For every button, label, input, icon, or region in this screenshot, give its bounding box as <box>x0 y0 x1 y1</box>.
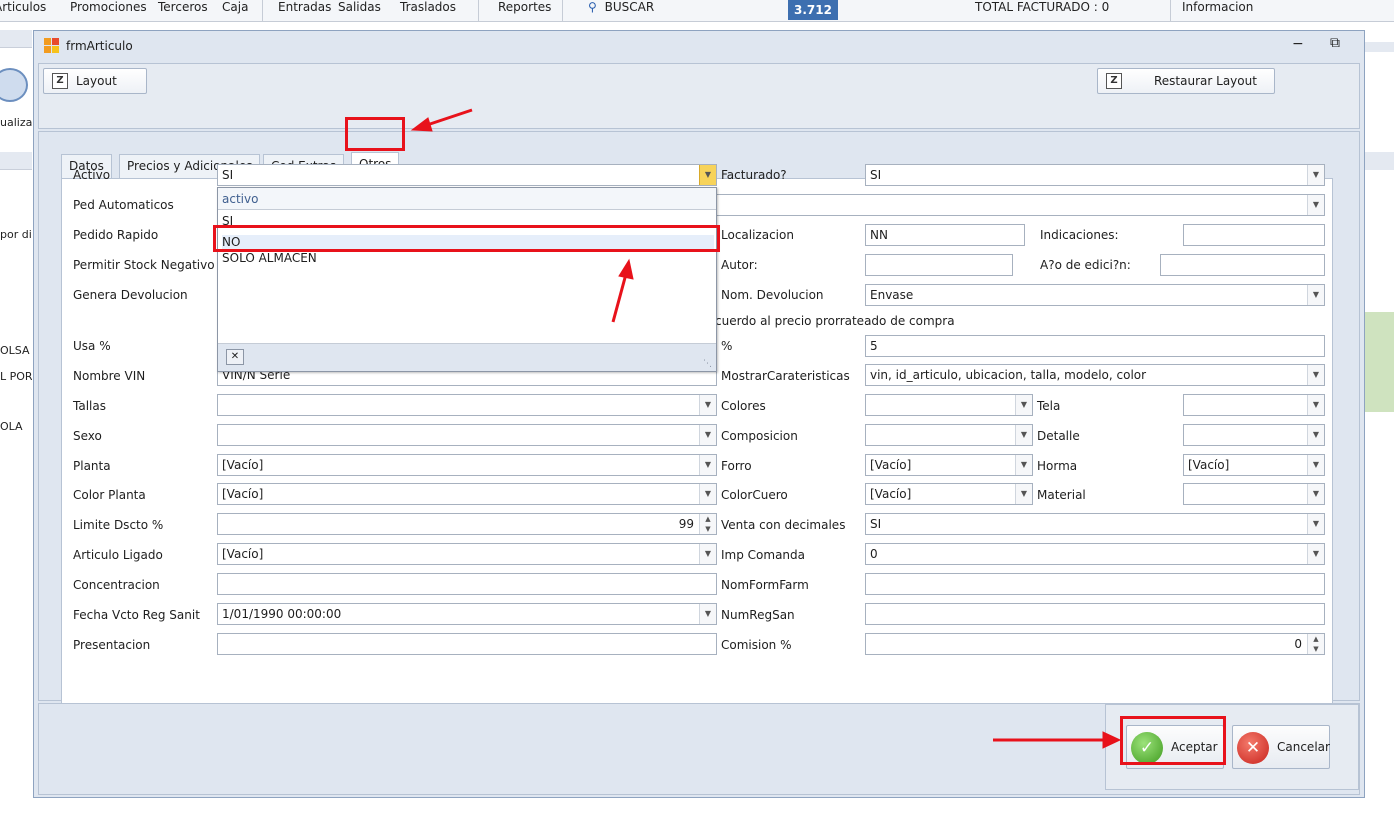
arrow-to-option-no <box>611 273 628 323</box>
arrowhead-aceptar <box>1102 731 1122 749</box>
annotation-arrows <box>410 108 1122 749</box>
arrowhead-no <box>618 258 634 280</box>
arrowhead-otros <box>410 117 433 132</box>
arrow-to-otros-tab <box>423 108 473 128</box>
